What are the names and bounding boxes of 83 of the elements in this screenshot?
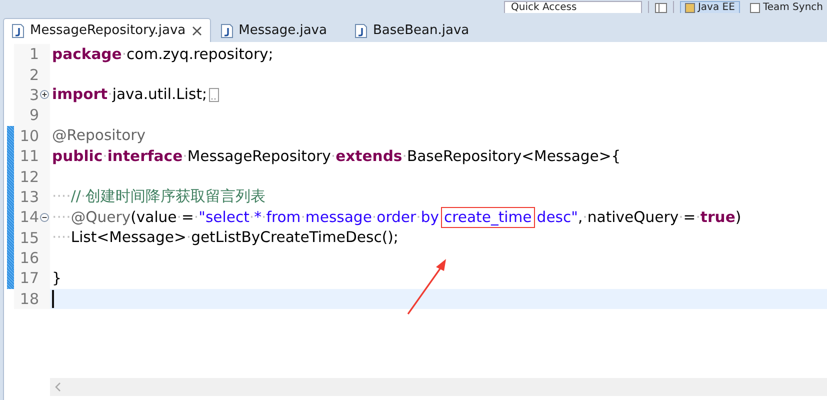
whitespace-marker: · [186, 229, 192, 246]
code-text: = [182, 208, 194, 226]
whitespace-marker: · [262, 208, 266, 226]
whitespace-marker: · [678, 208, 684, 226]
folded-code-icon[interactable] [209, 88, 220, 102]
close-icon[interactable] [192, 26, 202, 36]
whitespace-marker: · [582, 208, 588, 226]
editor-tab[interactable]: MessageRepository.java [3, 18, 211, 42]
line-number: 16 [18, 249, 39, 268]
code-text: , [578, 208, 583, 226]
whitespace-marker: · [696, 208, 700, 226]
whitespace-marker: · [194, 208, 199, 226]
editor-tab[interactable]: Message.java [212, 19, 345, 42]
code-text: ) [735, 208, 742, 226]
whitespace-marker: ···· [52, 229, 71, 246]
code-text: MessageRepository [187, 148, 331, 165]
line-number: 1 [28, 45, 39, 64]
code-text: = [683, 208, 696, 226]
perspective-button[interactable]: Java EE [680, 1, 740, 13]
line-number: 12 [18, 168, 39, 186]
whitespace-marker: · [330, 148, 336, 165]
keyword: public [52, 148, 103, 165]
line-number: 3 [28, 86, 39, 104]
keyword: extends [336, 148, 402, 165]
code-text: getListByCreateTimeDesc(); [191, 229, 398, 246]
line-number: 14 [18, 208, 39, 226]
annotation: @Query [70, 208, 131, 226]
highlight-box: create_time [440, 206, 535, 228]
expand-icon[interactable] [40, 90, 49, 100]
java-file-icon [220, 24, 233, 38]
code-text: java.util.List; [112, 86, 208, 104]
whitespace-marker: · [372, 208, 377, 226]
code-text: BaseRepository<Message>{ [406, 148, 621, 165]
string-literal: from [266, 208, 301, 226]
line-number: 17 [18, 269, 39, 288]
string-literal: order [376, 208, 416, 226]
whitespace-marker: · [176, 208, 182, 226]
string-literal: message [305, 208, 372, 226]
string-literal: by [420, 208, 439, 226]
whitespace-marker: · [416, 208, 421, 226]
code-comment: // [70, 188, 81, 206]
whitespace-marker: · [108, 86, 112, 104]
keyword: import [52, 86, 108, 104]
keyword: true [700, 208, 736, 226]
line-number: 18 [18, 290, 39, 308]
whitespace-marker: · [182, 148, 188, 165]
annotation: @Repository [52, 127, 146, 144]
line-number: 10 [18, 126, 39, 145]
java-file-icon [12, 24, 24, 38]
whitespace-marker: · [80, 188, 86, 206]
keyword: interface [107, 148, 183, 165]
horizontal-scrollbar[interactable] [50, 378, 827, 396]
string-literal: "select [198, 208, 250, 226]
string-literal: * [254, 208, 262, 226]
code-text: com.zyq.repository; [126, 46, 274, 63]
perspective-icon [684, 2, 695, 12]
line-number: 9 [28, 106, 39, 124]
quick-access-field[interactable]: Quick Access [504, 1, 642, 13]
line-number: 11 [18, 147, 39, 166]
whitespace-marker: ···· [52, 188, 71, 206]
whitespace-marker: · [102, 148, 108, 165]
code-text: } [52, 270, 62, 287]
code-text: nativeQuery [587, 208, 679, 226]
code-text: List<Message> [70, 229, 186, 246]
line-number: 13 [18, 188, 39, 206]
code-text: (value [130, 208, 177, 226]
whitespace-marker: · [249, 208, 254, 226]
java-file-icon [354, 24, 367, 38]
string-literal: desc" [536, 208, 578, 226]
whitespace-marker: · [122, 46, 127, 63]
perspective-icon [750, 2, 760, 12]
code-comment: 创建时间降序获取留言列表 [86, 187, 266, 206]
line-number: 15 [18, 228, 39, 247]
whitespace-marker: ···· [52, 208, 71, 226]
collapse-icon[interactable] [40, 212, 49, 222]
keyword: package [52, 46, 122, 63]
perspective-button[interactable]: Team Synch [746, 2, 827, 13]
editor-tab[interactable]: BaseBean.java [346, 19, 488, 42]
whitespace-marker: · [300, 208, 306, 226]
whitespace-marker: · [402, 148, 407, 165]
line-number: 2 [28, 66, 39, 84]
open-perspective-icon[interactable] [654, 3, 667, 13]
text-cursor [52, 290, 54, 308]
